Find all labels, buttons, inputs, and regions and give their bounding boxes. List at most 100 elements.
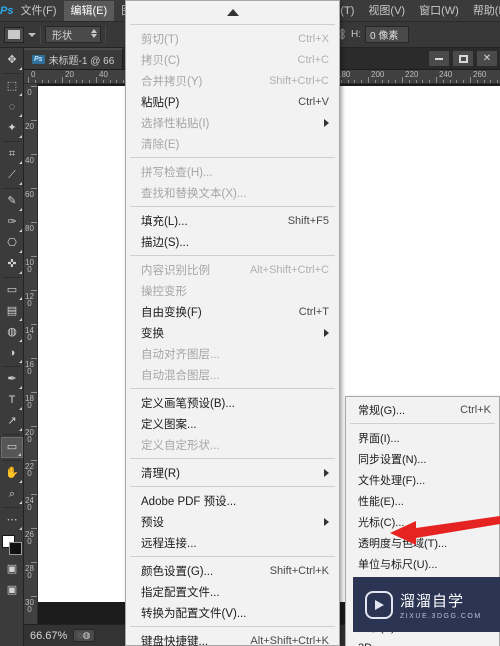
tool-preset-icon[interactable] [4,26,24,43]
menu-item-label: 透明度与色域(T)... [358,537,448,550]
tool-expand-corner-icon [19,161,22,164]
brush-tool[interactable]: ✑ [1,212,23,233]
marquee-tool[interactable]: ⬚ [1,76,23,97]
menu-item[interactable]: 3D... [346,637,499,646]
menu-item[interactable]: 粘贴(P) Ctrl+V [126,91,339,112]
ruler-mark [96,77,97,83]
maximize-button[interactable] [452,50,474,67]
menu-item[interactable]: 同步设置(N)... [346,448,499,469]
zoom-level[interactable]: 66.67% [30,630,67,642]
menu-item-1[interactable]: 编辑(E) [63,0,115,21]
spot-healing-tool[interactable]: ✎ [1,191,23,212]
eyedropper-tool[interactable]: ⟋ [1,165,23,186]
menu-item[interactable]: 颜色设置(G)... Shift+Ctrl+K [126,560,339,581]
clone-stamp-tool[interactable]: ⎔ [1,233,23,254]
tool-expand-corner-icon [19,407,22,410]
ruler-tick-label: 160 [25,360,34,376]
eraser-tool[interactable]: ▭ [1,280,23,301]
ruler-minor-mark [354,80,356,83]
menu-item[interactable]: 键盘快捷键... Alt+Shift+Ctrl+K [126,630,339,646]
submenu-arrow-icon [324,468,329,477]
menu-item[interactable]: Adobe PDF 预设... [126,490,339,511]
menu-item[interactable]: 单位与标尺(U)... [346,553,499,574]
submenu-arrow-icon [324,328,329,337]
menu-item-label: 文件处理(F)... [358,474,426,487]
menu-item[interactable]: 定义画笔预设(B)... [126,392,339,413]
menu-item-shortcut: Ctrl+V [298,95,329,108]
pen-tool[interactable]: ✒ [1,369,23,390]
ruler-minor-mark [442,80,444,83]
tool-preset-chevron-down-icon[interactable] [28,32,36,37]
ruler-tick-label: 80 [25,224,34,233]
height-input[interactable]: 0 像素 [365,26,410,43]
gradient-tool[interactable]: ▤ [1,301,23,322]
shape-mode-stepper-icon[interactable] [91,29,97,38]
menu-item-0[interactable]: 文件(F) [13,1,63,21]
menu-item[interactable]: 描边(S)... [126,231,339,252]
menu-item[interactable]: 指定配置文件... [126,581,339,602]
ruler-tick-label: 180 [25,394,34,410]
crop-tool[interactable]: ⌗ [1,144,23,165]
shape-mode-value: 形状 [52,31,72,42]
move-tool[interactable]: ✥ [1,50,23,71]
ruler-tick-label: 280 [25,564,34,580]
spot-healing-tool-glyph: ✎ [7,195,17,207]
menu-item[interactable]: 预设 [126,511,339,532]
menu-item[interactable]: 清理(R) [126,462,339,483]
ruler-minor-mark [361,80,363,83]
ruler-mark [436,77,437,83]
menu-item[interactable]: 变换 [126,322,339,343]
menu-item: 定义自定形状... [126,434,339,455]
menu-item[interactable]: 透明度与色域(T)... [346,532,499,553]
path-selection-tool[interactable]: ↗ [1,411,23,432]
menu-item[interactable]: 界面(I)... [346,427,499,448]
menu-item[interactable]: 远程连接... [126,532,339,553]
foreground-background-color-swatch[interactable] [1,534,23,556]
shape-mode-select[interactable]: 形状 [45,26,101,43]
quick-mask-toggle[interactable]: ▣ [1,559,23,580]
menu-separator [130,626,335,627]
ruler-minor-mark [102,80,104,83]
menu-item[interactable]: 文件处理(F)... [346,469,499,490]
menu-item-8[interactable]: 窗口(W) [412,1,466,21]
quick-selection-tool[interactable]: ✦ [1,118,23,139]
menu-item-7[interactable]: 视图(V) [361,1,412,21]
menu-item-label: 剪切(T) [141,33,179,46]
dodge-tool[interactable]: ◑ [1,343,23,364]
document-tab[interactable]: Ps 未标题-1 @ 66 [24,48,124,69]
history-brush-tool[interactable]: ✜ [1,254,23,275]
edit-toolbar-tool[interactable]: ⋯ [1,510,23,531]
rectangle-shape-tool[interactable]: ▭ [1,437,23,458]
blur-tool[interactable]: ◍ [1,322,23,343]
menu-item[interactable]: 性能(E)... [346,490,499,511]
menu-item[interactable]: 转换为配置文件(V)... [126,602,339,623]
menu-item-label: 性能(E)... [358,495,404,508]
ruler-mark [31,596,37,597]
lasso-tool[interactable]: ◌ [1,97,23,118]
zoom-tool[interactable]: ⌕ [1,484,23,505]
scroll-up-caret-icon[interactable] [126,3,339,21]
close-button[interactable]: ✕ [476,50,498,67]
hand-tool[interactable]: ✋ [1,463,23,484]
background-color[interactable] [9,542,22,555]
menu-separator [130,206,335,207]
ruler-tick-label: 200 [371,70,385,79]
menu-item[interactable]: 常规(G)... Ctrl+K [346,399,499,420]
menu-item[interactable]: 定义图案... [126,413,339,434]
menu-item[interactable]: 光标(C)... [346,511,499,532]
minimize-button[interactable] [428,50,450,67]
menu-item[interactable]: 自由变换(F) Ctrl+T [126,301,339,322]
screen-mode-toggle[interactable]: ▣ [1,580,23,601]
ruler-tick-label: 300 [25,598,34,614]
menu-item-9[interactable]: 帮助(H) [466,1,500,21]
document-size-icon[interactable]: ◌◍ [73,629,95,642]
ruler-mark [470,77,471,83]
pen-tool-glyph: ✒ [7,373,17,385]
type-tool[interactable]: T [1,390,23,411]
tool-expand-corner-icon [19,386,22,389]
blur-tool-glyph: ◍ [7,326,17,338]
menu-item-label: 远程连接... [141,537,197,550]
menu-item[interactable]: 填充(L)... Shift+F5 [126,210,339,231]
ruler-tick-label: 100 [25,258,34,274]
menu-item: 自动混合图层... [126,364,339,385]
